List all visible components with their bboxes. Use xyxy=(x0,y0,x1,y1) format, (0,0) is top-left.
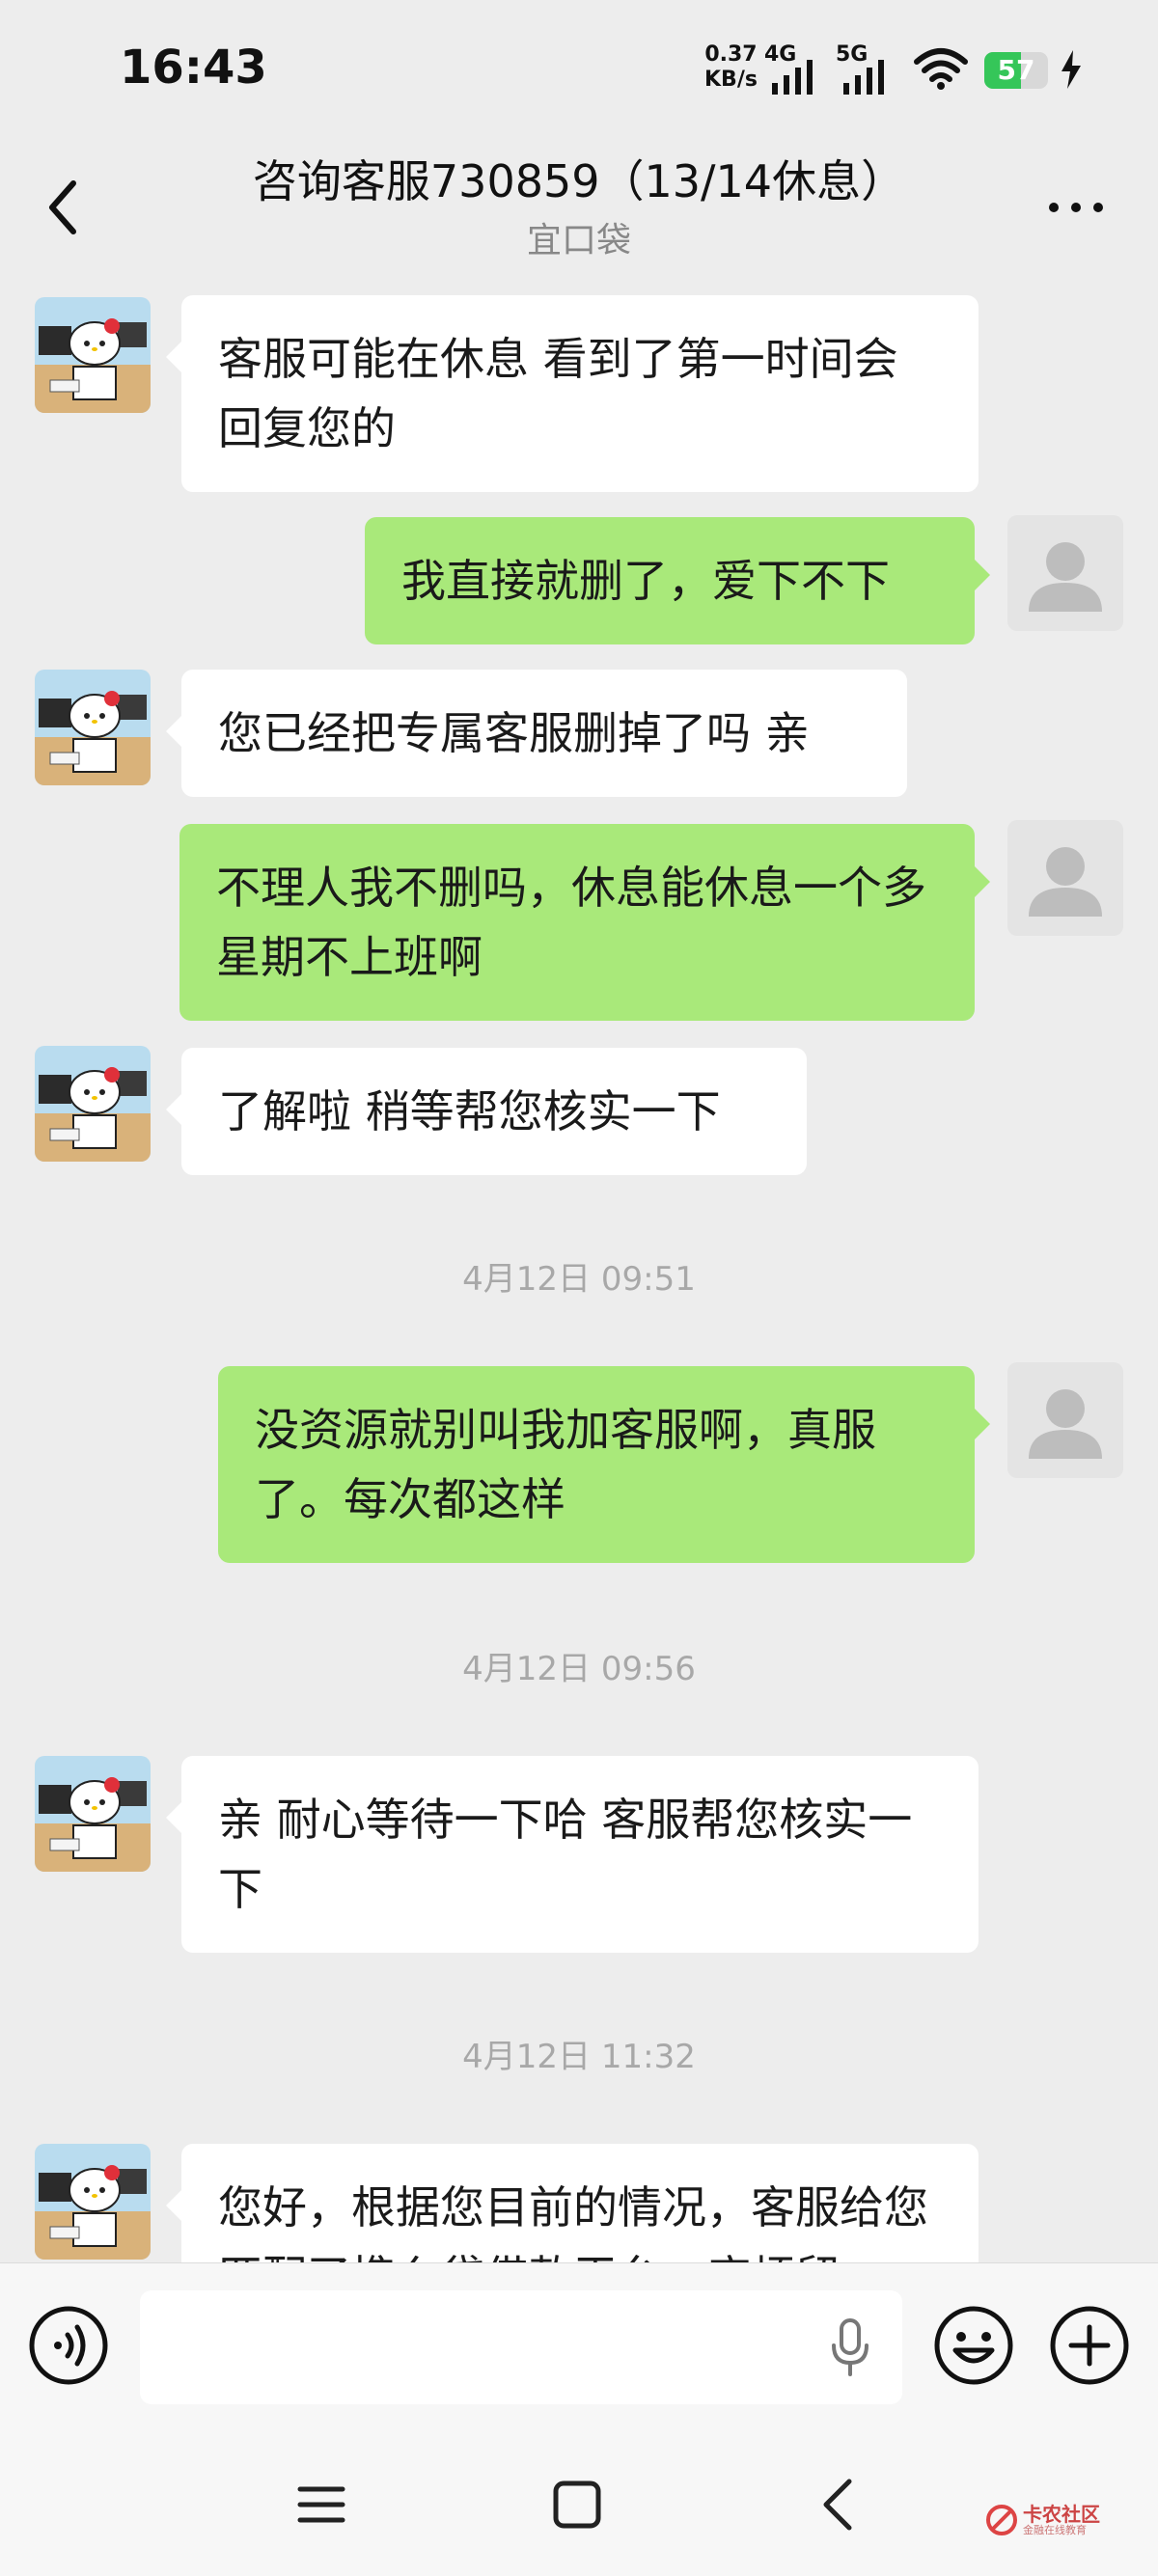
voice-icon[interactable] xyxy=(27,2304,110,2387)
message-input[interactable] xyxy=(140,2290,902,2404)
home-icon[interactable] xyxy=(550,2478,604,2532)
message-text: 我直接就删了，爱下不下 xyxy=(401,555,890,607)
message-bubble-incoming[interactable]: 了解啦 稍等帮您核实一下 xyxy=(166,1048,807,1175)
user-avatar[interactable] xyxy=(1007,820,1123,936)
clock-time: 16:43 xyxy=(120,41,267,95)
agent-avatar[interactable] xyxy=(35,670,151,785)
message-text: 您已经把专属客服删掉了吗 亲 xyxy=(218,707,810,759)
user-avatar[interactable] xyxy=(1007,1362,1123,1478)
message-list[interactable]: 客服可能在休息 看到了第一时间会回复您的 我直接就删了，爱下不下 您已经把专属客… xyxy=(0,280,1158,2262)
chat-title: 咨询客服730859（13/14休息） xyxy=(252,155,906,207)
message-bubble-outgoing[interactable]: 不理人我不删吗，休息能休息一个多星期不上班啊 xyxy=(179,824,990,1021)
status-bar: 16:43 0.37 KB/s 4G 5G 57 xyxy=(0,0,1158,135)
charging-icon xyxy=(1062,50,1081,89)
message-text: 您好，根据您目前的情况，客服给您匹配了携么贷借款平台，麻烦留 xyxy=(218,2181,928,2262)
watermark-subtitle: 金融在线教育 xyxy=(1023,2524,1087,2536)
message-timestamp: 4月12日 09:56 xyxy=(462,1650,696,1688)
message-timestamp: 4月12日 09:51 xyxy=(462,1260,696,1299)
message-bubble-incoming[interactable]: 客服可能在休息 看到了第一时间会回复您的 xyxy=(166,295,979,492)
mic-icon[interactable] xyxy=(828,2316,872,2378)
network-speed-unit: KB/s xyxy=(704,68,758,92)
message-bubble-outgoing[interactable]: 没资源就别叫我加客服啊，真服了。每次都这样 xyxy=(218,1366,990,1563)
message-text: 没资源就别叫我加客服啊，真服了。每次都这样 xyxy=(255,1404,876,1525)
emoji-icon[interactable] xyxy=(932,2304,1015,2387)
user-avatar[interactable] xyxy=(1007,515,1123,631)
agent-avatar[interactable] xyxy=(35,1046,151,1162)
more-icon[interactable] xyxy=(1042,193,1110,222)
message-bubble-incoming[interactable]: 您好，根据您目前的情况，客服给您匹配了携么贷借款平台，麻烦留 xyxy=(166,2144,979,2262)
chat-subtitle: 宜口袋 xyxy=(526,221,631,260)
message-text: 客服可能在休息 看到了第一时间会回复您的 xyxy=(218,333,898,454)
plus-icon[interactable] xyxy=(1048,2304,1131,2387)
agent-avatar[interactable] xyxy=(35,1756,151,1872)
agent-avatar[interactable] xyxy=(35,2144,151,2260)
system-nav-bar: 卡农社区 金融在线教育 xyxy=(0,2431,1158,2576)
message-text: 了解啦 稍等帮您核实一下 xyxy=(218,1085,721,1137)
wifi-icon xyxy=(914,48,968,90)
signal-bars-icon xyxy=(772,60,813,95)
network-speed-value: 0.37 xyxy=(704,42,758,67)
battery-indicator: 57 xyxy=(984,52,1048,89)
message-timestamp: 4月12日 11:32 xyxy=(462,2038,696,2076)
network-speed: 0.37 KB/s xyxy=(704,42,758,93)
chat-header: 咨询客服730859（13/14休息） 宜口袋 xyxy=(0,135,1158,280)
message-text: 不理人我不删吗，休息能休息一个多星期不上班啊 xyxy=(216,862,926,983)
agent-avatar[interactable] xyxy=(35,297,151,413)
signal-bars-icon xyxy=(843,60,884,95)
message-bubble-incoming[interactable]: 亲 耐心等待一下哈 客服帮您核实一下 xyxy=(166,1756,979,1953)
message-bubble-outgoing[interactable]: 我直接就删了，爱下不下 xyxy=(365,517,990,644)
input-bar xyxy=(0,2262,1158,2431)
watermark-icon xyxy=(986,2505,1017,2535)
recent-apps-icon[interactable] xyxy=(294,2478,348,2532)
message-text: 亲 耐心等待一下哈 客服帮您核实一下 xyxy=(218,1794,913,1915)
watermark-logo: 卡农社区 金融在线教育 xyxy=(984,2499,1129,2547)
back-icon[interactable] xyxy=(813,2474,861,2535)
message-bubble-incoming[interactable]: 您已经把专属客服删掉了吗 亲 xyxy=(166,670,907,797)
battery-level: 57 xyxy=(997,54,1035,86)
